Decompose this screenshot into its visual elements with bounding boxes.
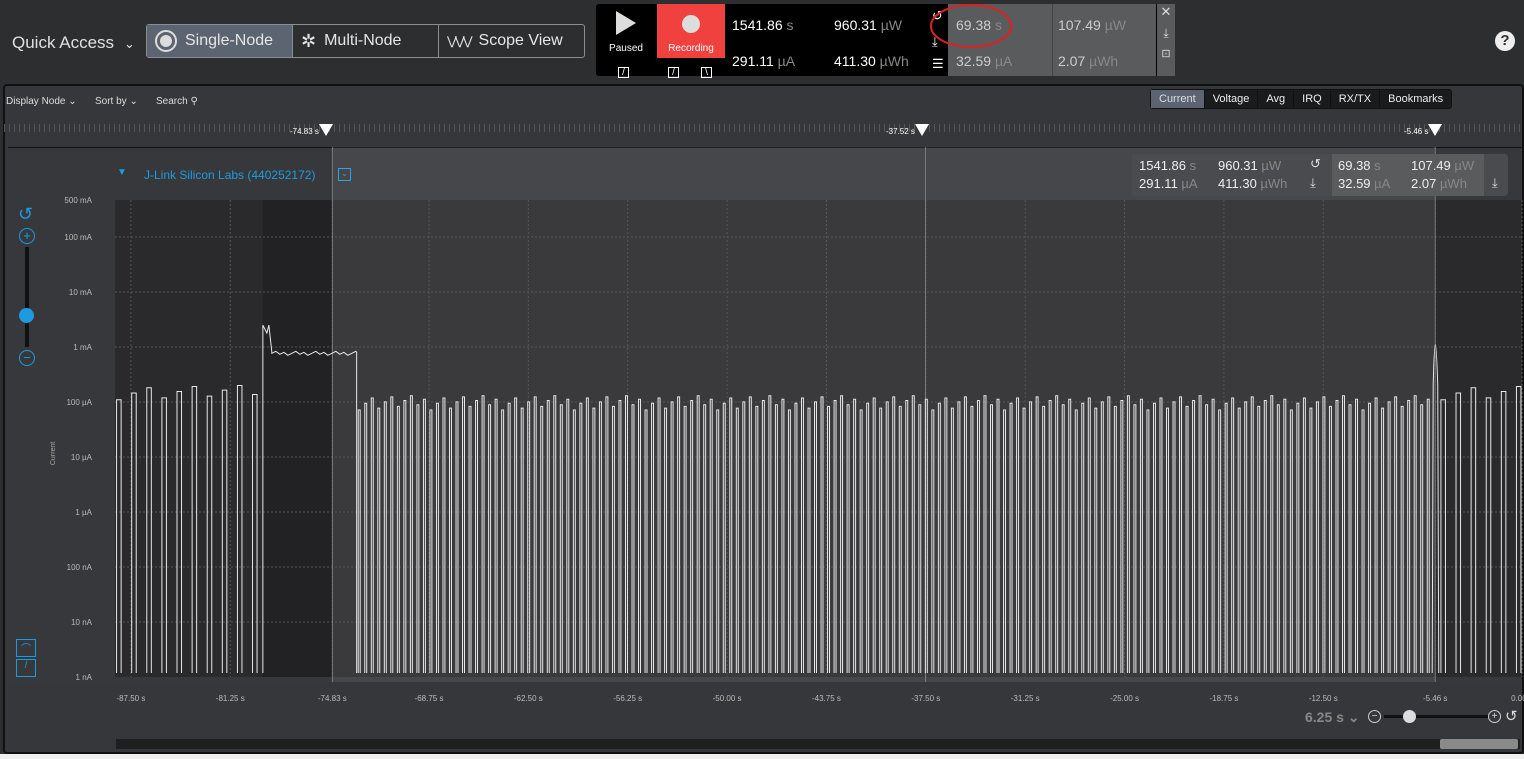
selection-region (332, 147, 1436, 682)
x-tick-label: -31.25 s (1011, 694, 1040, 703)
x-tick-label: -68.75 s (415, 694, 444, 703)
y-tick-label: 1 mA (73, 343, 92, 352)
x-tick-label: -50.00 s (713, 694, 742, 703)
x-tick-label: -25.00 s (1110, 694, 1139, 703)
save-icon[interactable]: ⤓ (1492, 175, 1498, 191)
y-tick-label: 1 nA (76, 673, 93, 682)
zoom-out-icon[interactable]: − (1368, 710, 1381, 723)
scrollbar-thumb[interactable] (1440, 739, 1518, 749)
y-tick-label: 100 nA (67, 563, 93, 572)
time-scale-dropdown[interactable]: 6.25 s ⌄ (1305, 709, 1360, 726)
zoom-in-icon[interactable]: + (1488, 710, 1501, 723)
y-tick-label: 10 nA (71, 618, 93, 627)
x-tick-label: -18.75 s (1209, 694, 1238, 703)
plot-background-dark (262, 200, 333, 677)
y-tick-label: 10 mA (69, 288, 93, 297)
y-tick-label: 10 µA (71, 453, 93, 462)
time-zoom-slider[interactable] (1384, 715, 1488, 718)
x-tick-label: -5.46 s (1423, 694, 1447, 703)
x-tick-label: 0.00 s (1511, 694, 1524, 703)
current-plot[interactable]: 500 mA 100 mA 10 mA 1 mA 100 µA 10 µA 1 µA 100 … (0, 0, 1524, 759)
x-tick-label: -81.25 s (216, 694, 245, 703)
x-tick-label: -37.50 s (911, 694, 940, 703)
time-zoom-handle[interactable] (1403, 710, 1416, 723)
x-tick-label: -87.50 s (116, 694, 145, 703)
y-tick-label: 100 µA (66, 398, 92, 407)
reset-icon[interactable]: ↺ (1505, 707, 1518, 725)
x-tick-label: -62.50 s (514, 694, 543, 703)
x-tick-label: -12.50 s (1309, 694, 1338, 703)
x-tick-label: -56.25 s (613, 694, 642, 703)
x-tick-label: -74.83 s (318, 694, 347, 703)
y-tick-label: 500 mA (64, 196, 92, 205)
save-icon[interactable]: ⤓ (1310, 175, 1316, 191)
node-stats: 1541.86 s 291.11 µA 960.31 µW 411.30 µWh… (1132, 154, 1508, 196)
x-tick-label: -43.75 s (812, 694, 841, 703)
reset-icon[interactable]: ↺ (1310, 156, 1321, 172)
y-tick-label: 100 mA (64, 233, 92, 242)
horizontal-scrollbar[interactable] (116, 739, 1520, 749)
y-tick-label: 1 µA (75, 508, 92, 517)
